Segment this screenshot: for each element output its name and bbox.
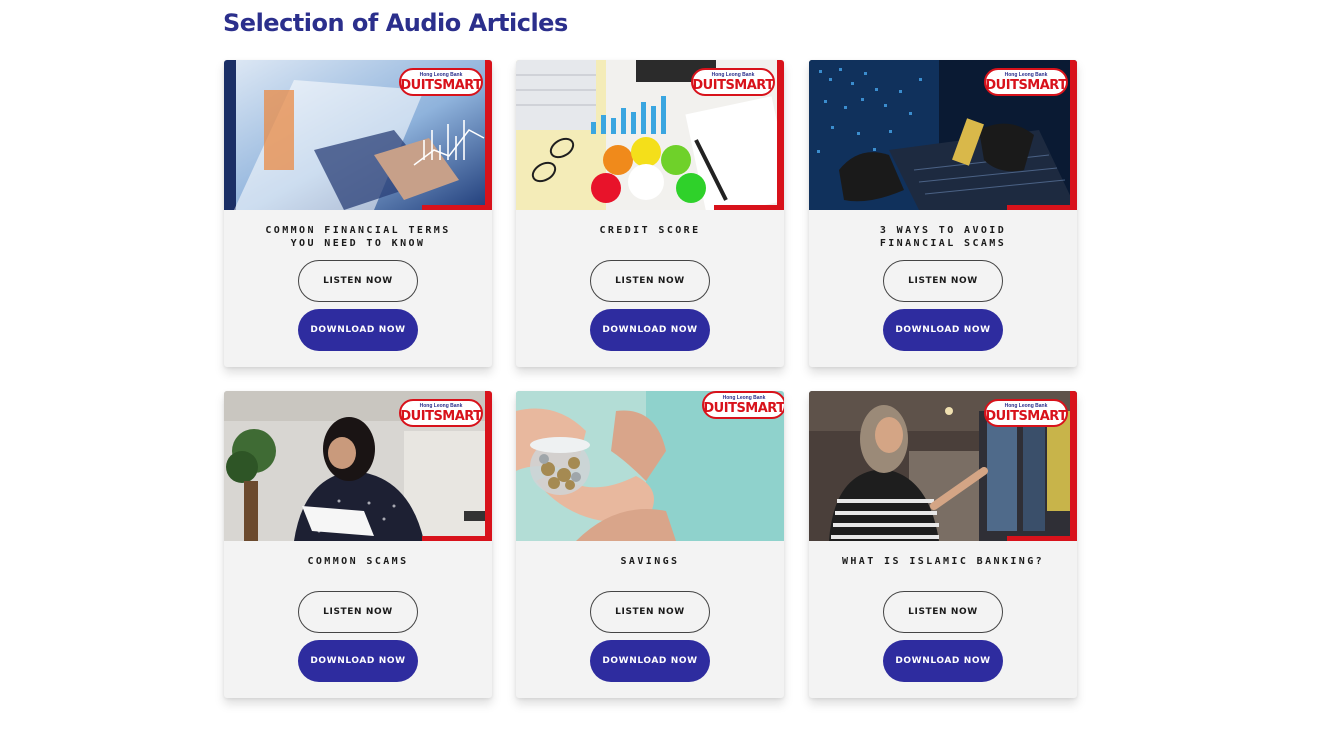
article-title: SAVINGS (620, 556, 680, 567)
article-title: COMMON FINANCIAL TERMS YOU NEED TO KNOW (265, 225, 451, 249)
accent-band (777, 60, 784, 210)
download-now-button[interactable]: DOWNLOAD NOW (590, 640, 710, 682)
download-now-button[interactable]: DOWNLOAD NOW (298, 640, 418, 682)
page-title: Selection of Audio Articles (223, 9, 568, 37)
article-image-savings[interactable]: Hong Leong Bank DUITSMART (516, 391, 784, 541)
article-image-common-scams[interactable]: Hong Leong Bank DUITSMART (224, 391, 492, 541)
accent-band (714, 205, 784, 210)
duitsmart-logo: Hong Leong Bank DUITSMART (702, 391, 784, 419)
article-card-savings: Hong Leong Bank DUITSMART SAVINGS LISTEN… (516, 391, 784, 698)
article-card-common-scams: Hong Leong Bank DUITSMART COMMON SCAMS L… (224, 391, 492, 698)
article-image-avoid-scams[interactable]: Hong Leong Bank DUITSMART (809, 60, 1077, 210)
article-image-islamic-banking[interactable]: Hong Leong Bank DUITSMART (809, 391, 1077, 541)
accent-band (1007, 205, 1077, 210)
accent-band (422, 205, 492, 210)
listen-now-button[interactable]: LISTEN NOW (590, 591, 710, 633)
duitsmart-logo: Hong Leong Bank DUITSMART (399, 68, 483, 96)
listen-now-button[interactable]: LISTEN NOW (883, 591, 1003, 633)
download-now-button[interactable]: DOWNLOAD NOW (590, 309, 710, 351)
duitsmart-logo: Hong Leong Bank DUITSMART (984, 399, 1068, 427)
download-now-button[interactable]: DOWNLOAD NOW (883, 640, 1003, 682)
article-card-financial-terms: Hong Leong Bank DUITSMART COMMON FINANCI… (224, 60, 492, 367)
accent-band (485, 391, 492, 541)
article-card-avoid-scams: Hong Leong Bank DUITSMART 3 WAYS TO AVOI… (809, 60, 1077, 367)
accent-band (1070, 60, 1077, 210)
listen-now-button[interactable]: LISTEN NOW (298, 591, 418, 633)
listen-now-button[interactable]: LISTEN NOW (590, 260, 710, 302)
article-image-financial-terms[interactable]: Hong Leong Bank DUITSMART (224, 60, 492, 210)
article-card-credit-score: Hong Leong Bank DUITSMART CREDIT SCORE L… (516, 60, 784, 367)
accent-band (485, 60, 492, 210)
article-image-credit-score[interactable]: Hong Leong Bank DUITSMART (516, 60, 784, 210)
accent-band (1070, 391, 1077, 541)
duitsmart-logo: Hong Leong Bank DUITSMART (399, 399, 483, 427)
download-now-button[interactable]: DOWNLOAD NOW (298, 309, 418, 351)
article-card-islamic-banking: Hong Leong Bank DUITSMART WHAT IS ISLAMI… (809, 391, 1077, 698)
article-title: COMMON SCAMS (307, 556, 409, 567)
listen-now-button[interactable]: LISTEN NOW (298, 260, 418, 302)
accent-band (1007, 536, 1077, 541)
duitsmart-logo: Hong Leong Bank DUITSMART (691, 68, 775, 96)
article-title: 3 WAYS TO AVOID FINANCIAL SCAMS (879, 225, 1007, 249)
listen-now-button[interactable]: LISTEN NOW (883, 260, 1003, 302)
accent-band (422, 536, 492, 541)
download-now-button[interactable]: DOWNLOAD NOW (883, 309, 1003, 351)
duitsmart-logo: Hong Leong Bank DUITSMART (984, 68, 1068, 96)
article-title: WHAT IS ISLAMIC BANKING? (841, 556, 1045, 567)
article-title: CREDIT SCORE (599, 225, 701, 236)
